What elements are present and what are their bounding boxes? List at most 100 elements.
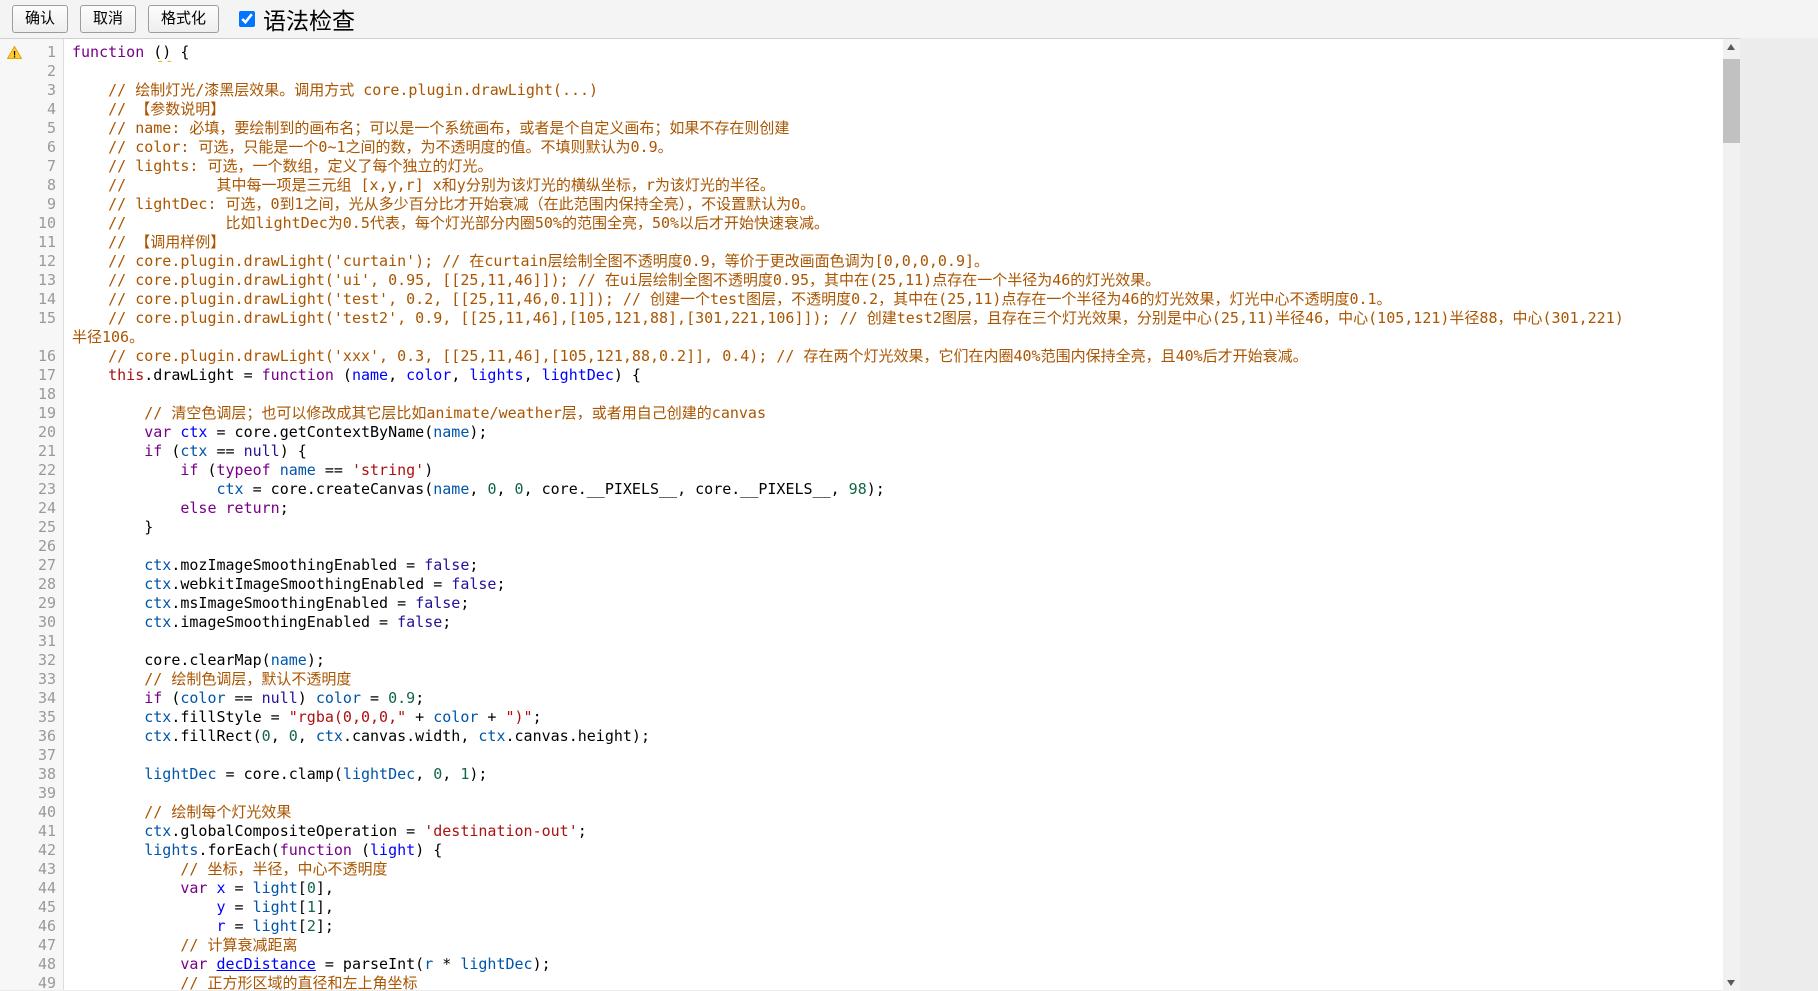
- code-line[interactable]: 44 var x = light[0],: [0, 879, 1723, 898]
- code-line[interactable]: 40 // 绘制每个灯光效果: [0, 803, 1723, 822]
- syntax-check-checkbox[interactable]: [239, 11, 255, 27]
- line-number: 35: [28, 708, 64, 727]
- scrollbar-down-arrow-icon[interactable]: [1723, 974, 1740, 991]
- code-line[interactable]: 19 // 清空色调层；也可以修改成其它层比如animate/weather层，…: [0, 404, 1723, 423]
- code-line[interactable]: 43 // 坐标，半径，中心不透明度: [0, 860, 1723, 879]
- code-line[interactable]: 33 // 绘制色调层，默认不透明度: [0, 670, 1723, 689]
- code-line[interactable]: 8 // 其中每一项是三元组 [x,y,r] x和y分别为该灯光的横纵坐标，r为…: [0, 176, 1723, 195]
- code-line[interactable]: 26: [0, 537, 1723, 556]
- code-line[interactable]: 3 // 绘制灯光/漆黑层效果。调用方式 core.plugin.drawLig…: [0, 81, 1723, 100]
- gutter-marker: [0, 537, 28, 556]
- line-number: 26: [28, 537, 64, 556]
- code-line[interactable]: 35 ctx.fillStyle = "rgba(0,0,0," + color…: [0, 708, 1723, 727]
- code-line[interactable]: 14 // core.plugin.drawLight('test', 0.2,…: [0, 290, 1723, 309]
- gutter-marker: [0, 81, 28, 100]
- code-text: y = light[1],: [64, 898, 1723, 917]
- code-text: // core.plugin.drawLight('test2', 0.9, […: [64, 309, 1723, 328]
- code-text: // 计算衰减距离: [64, 936, 1723, 955]
- code-line[interactable]: 12 // core.plugin.drawLight('curtain'); …: [0, 252, 1723, 271]
- code-line[interactable]: 46 r = light[2];: [0, 917, 1723, 936]
- code-line[interactable]: 37: [0, 746, 1723, 765]
- code-line[interactable]: 34 if (color == null) color = 0.9;: [0, 689, 1723, 708]
- code-text: ctx.fillRect(0, 0, ctx.canvas.width, ctx…: [64, 727, 1723, 746]
- code-line[interactable]: 11 // 【调用样例】: [0, 233, 1723, 252]
- code-line[interactable]: 30 ctx.imageSmoothingEnabled = false;: [0, 613, 1723, 632]
- line-number: 39: [28, 784, 64, 803]
- code-line[interactable]: 36 ctx.fillRect(0, 0, ctx.canvas.width, …: [0, 727, 1723, 746]
- scrollbar-up-arrow-icon[interactable]: [1723, 39, 1740, 56]
- code-text: // 其中每一项是三元组 [x,y,r] x和y分别为该灯光的横纵坐标，r为该灯…: [64, 176, 1723, 195]
- code-line[interactable]: 6 // color: 可选，只能是一个0~1之间的数，为不透明度的值。不填则默…: [0, 138, 1723, 157]
- syntax-check-toggle[interactable]: 语法检查: [239, 2, 355, 36]
- code-editor[interactable]: !1function () {23 // 绘制灯光/漆黑层效果。调用方式 cor…: [0, 38, 1740, 990]
- code-text: // 比如lightDec为0.5代表，每个灯光部分内圈50%的范围全亮，50%…: [64, 214, 1723, 233]
- gutter-marker: [0, 518, 28, 537]
- code-line[interactable]: 16 // core.plugin.drawLight('xxx', 0.3, …: [0, 347, 1723, 366]
- line-number: 8: [28, 176, 64, 195]
- gutter-marker: [0, 689, 28, 708]
- code-line[interactable]: 10 // 比如lightDec为0.5代表，每个灯光部分内圈50%的范围全亮，…: [0, 214, 1723, 233]
- scrollbar-thumb[interactable]: [1723, 59, 1740, 143]
- code-line[interactable]: 21 if (ctx == null) {: [0, 442, 1723, 461]
- code-text: ctx.imageSmoothingEnabled = false;: [64, 613, 1723, 632]
- code-text: if (ctx == null) {: [64, 442, 1723, 461]
- line-number: 45: [28, 898, 64, 917]
- cancel-button[interactable]: 取消: [80, 5, 136, 33]
- code-line[interactable]: 13 // core.plugin.drawLight('ui', 0.95, …: [0, 271, 1723, 290]
- code-lines[interactable]: !1function () {23 // 绘制灯光/漆黑层效果。调用方式 cor…: [0, 39, 1723, 990]
- line-number: 46: [28, 917, 64, 936]
- code-line[interactable]: 15 // core.plugin.drawLight('test2', 0.9…: [0, 309, 1723, 328]
- code-line[interactable]: 7 // lights: 可选，一个数组，定义了每个独立的灯光。: [0, 157, 1723, 176]
- code-line[interactable]: 4 // 【参数说明】: [0, 100, 1723, 119]
- code-line[interactable]: 48 var decDistance = parseInt(r * lightD…: [0, 955, 1723, 974]
- code-line[interactable]: 39: [0, 784, 1723, 803]
- line-number: 34: [28, 689, 64, 708]
- code-line[interactable]: 22 if (typeof name == 'string'): [0, 461, 1723, 480]
- code-line[interactable]: 41 ctx.globalCompositeOperation = 'desti…: [0, 822, 1723, 841]
- code-line[interactable]: 2: [0, 62, 1723, 81]
- code-text: // core.plugin.drawLight('ui', 0.95, [[2…: [64, 271, 1723, 290]
- code-line[interactable]: !1function () {: [0, 43, 1723, 62]
- code-line[interactable]: 38 lightDec = core.clamp(lightDec, 0, 1)…: [0, 765, 1723, 784]
- gutter-marker: [0, 461, 28, 480]
- code-text: // 坐标，半径，中心不透明度: [64, 860, 1723, 879]
- code-line[interactable]: 45 y = light[1],: [0, 898, 1723, 917]
- line-number: 23: [28, 480, 64, 499]
- confirm-button[interactable]: 确认: [12, 5, 68, 33]
- code-line[interactable]: 24 else return;: [0, 499, 1723, 518]
- code-line[interactable]: 28 ctx.webkitImageSmoothingEnabled = fal…: [0, 575, 1723, 594]
- code-line[interactable]: 半径106。: [0, 328, 1723, 347]
- code-line[interactable]: 27 ctx.mozImageSmoothingEnabled = false;: [0, 556, 1723, 575]
- gutter-marker: [0, 62, 28, 81]
- line-number: 32: [28, 651, 64, 670]
- format-button[interactable]: 格式化: [148, 5, 219, 33]
- code-line[interactable]: 9 // lightDec: 可选，0到1之间，光从多少百分比才开始衰减（在此范…: [0, 195, 1723, 214]
- syntax-check-label: 语法检查: [263, 2, 355, 36]
- code-line[interactable]: 31: [0, 632, 1723, 651]
- code-line[interactable]: 49 // 正方形区域的直径和左上角坐标: [0, 974, 1723, 990]
- code-line[interactable]: 42 lights.forEach(function (light) {: [0, 841, 1723, 860]
- code-line[interactable]: 20 var ctx = core.getContextByName(name)…: [0, 423, 1723, 442]
- code-line[interactable]: 23 ctx = core.createCanvas(name, 0, 0, c…: [0, 480, 1723, 499]
- vertical-scrollbar[interactable]: [1723, 39, 1740, 991]
- line-number: 6: [28, 138, 64, 157]
- line-number: 27: [28, 556, 64, 575]
- code-text: // core.plugin.drawLight('xxx', 0.3, [[2…: [64, 347, 1723, 366]
- code-text: // 【参数说明】: [64, 100, 1723, 119]
- code-line[interactable]: 25 }: [0, 518, 1723, 537]
- code-line[interactable]: 47 // 计算衰减距离: [0, 936, 1723, 955]
- code-line[interactable]: 29 ctx.msImageSmoothingEnabled = false;: [0, 594, 1723, 613]
- code-text: this.drawLight = function (name, color, …: [64, 366, 1723, 385]
- gutter-marker: [0, 936, 28, 955]
- line-number: 36: [28, 727, 64, 746]
- line-number: 13: [28, 271, 64, 290]
- code-line[interactable]: 32 core.clearMap(name);: [0, 651, 1723, 670]
- code-line[interactable]: 5 // name: 必填，要绘制到的画布名；可以是一个系统画布，或者是个自定义…: [0, 119, 1723, 138]
- gutter-marker: [0, 594, 28, 613]
- code-text: // 绘制色调层，默认不透明度: [64, 670, 1723, 689]
- line-number: 9: [28, 195, 64, 214]
- code-line[interactable]: 18: [0, 385, 1723, 404]
- line-number: 1: [28, 43, 64, 62]
- gutter-marker: [0, 898, 28, 917]
- code-line[interactable]: 17 this.drawLight = function (name, colo…: [0, 366, 1723, 385]
